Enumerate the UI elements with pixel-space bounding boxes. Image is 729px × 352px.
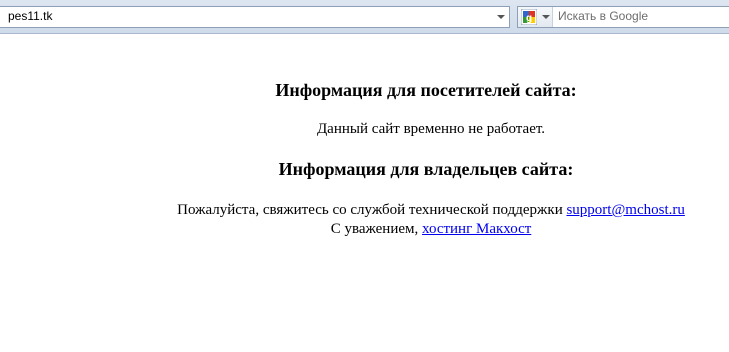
- search-box[interactable]: g Искать в Google: [517, 6, 729, 28]
- contact-text: Пожалуйста, свяжитесь со службой техниче…: [177, 202, 563, 218]
- support-email-link[interactable]: support@mchost.ru: [566, 202, 684, 218]
- search-placeholder[interactable]: Искать в Google: [558, 9, 648, 23]
- owners-heading: Информация для владельцев сайта:: [278, 159, 574, 179]
- contact-paragraph: Пожалуйста, свяжитесь со службой техниче…: [0, 201, 729, 239]
- site-down-text: Данный сайт временно не работает.: [316, 121, 546, 137]
- google-icon: g: [521, 9, 537, 25]
- chevron-down-icon: [542, 15, 550, 19]
- regards-text: С уважением,: [330, 221, 419, 237]
- svg-text:g: g: [526, 13, 532, 24]
- address-text[interactable]: pes11.tk: [8, 9, 52, 23]
- address-bar[interactable]: pes11.tk: [0, 6, 510, 28]
- address-dropdown-button[interactable]: [493, 7, 509, 27]
- browser-toolbar: pes11.tk g Искать в Google: [0, 0, 729, 34]
- visitors-heading: Информация для посетителей сайта:: [275, 80, 577, 100]
- hosting-link[interactable]: хостинг Макхост: [422, 221, 531, 237]
- chevron-down-icon: [497, 15, 505, 19]
- search-engine-button[interactable]: g: [518, 7, 553, 27]
